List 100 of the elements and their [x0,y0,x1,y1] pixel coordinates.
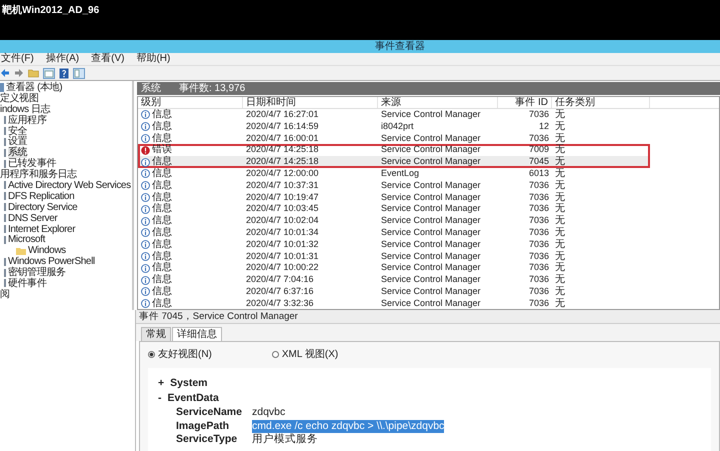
event-row[interactable]: 信息 2020/4/7 16:27:01 Service Control Manager 7036 无 [138,109,650,121]
event-row[interactable]: 信息 2020/4/7 10:01:34 Service Control Manager 7036 无 [138,226,650,239]
menu-item[interactable]: 帮助(H) [136,53,170,65]
tab[interactable]: 详细信息 [172,327,222,341]
field-name: ServiceName [176,406,243,420]
tree-item[interactable]: 密钥管理服务 [0,267,66,278]
menu-item[interactable]: 操作(A) [46,53,80,65]
tree-item[interactable]: Internet Explorer [0,224,76,234]
table-cell-text: 2020/4/7 10:01:32 [245,238,320,251]
event-row[interactable]: 信息 2020/4/7 14:25:18 Service Control Manager 7045 无 [138,156,650,168]
event-row[interactable]: 信息 2020/4/7 10:01:31 Service Control Manager 7036 无 [138,250,650,262]
expand-toggle[interactable]: + [158,376,164,391]
table-cell-text: 无 [554,215,566,227]
tree-item[interactable]: 查看器 (本地) [0,82,62,93]
menu-item[interactable]: 文件(F) [1,53,34,65]
radio-button[interactable] [272,350,279,358]
event-row[interactable]: 信息 2020/4/7 6:37:16 Service Control Manager 7036 无 [138,286,650,298]
table-cell-text: 2020/4/7 14:25:18 [245,156,320,168]
tree-item[interactable]: Microsoft [0,234,45,246]
forward-arrow-icon[interactable] [14,68,24,78]
panel-icon[interactable] [73,68,85,78]
table-cell-text: 2020/4/7 10:19:47 [245,192,320,204]
event-row[interactable]: 信息 2020/4/7 16:14:59 i8042prt 12 无 [138,120,650,133]
level-text: 信息 [152,238,172,250]
folder-icon [16,246,26,255]
event-row[interactable]: 信息 2020/4/7 10:02:04 Service Control Manager 7036 无 [138,215,650,227]
level-text: 信息 [152,180,172,192]
radio-label[interactable]: 友好视图(N) [158,347,212,361]
table-cell-text: Service Control Manager [380,298,482,309]
folder-icon[interactable] [28,68,39,78]
tree-item[interactable]: DNS Server [0,212,58,224]
table-cell-text: Service Control Manager [380,262,482,274]
level-text: 信息 [152,215,172,226]
tree-item[interactable]: Active Directory Web Services [0,180,131,191]
tree-item[interactable]: 硬件事件 [0,278,46,289]
table-cell-text: 无 [554,192,566,203]
level-text: 信息 [152,156,172,168]
field-value: cmd.exe /c echo zdqvbc > \\.\pipe\zdqvbc [252,420,444,433]
window-icon[interactable] [43,68,55,78]
event-row[interactable]: 信息 2020/4/7 10:00:22 Service Control Manager 7036 无 [138,262,650,274]
level-text: 信息 [152,168,172,180]
radio-label[interactable]: XML 视图(X) [282,347,338,361]
table-cell-text: Service Control Manager [380,250,482,262]
table-cell-text: 7036 [528,215,550,227]
level-text: 信息 [152,274,172,286]
tab[interactable]: 常规 [141,327,171,341]
level-text: 信息 [152,262,172,274]
event-row[interactable]: 信息 2020/4/7 10:37:31 Service Control Manager 7036 无 [138,180,650,192]
tree-item[interactable]: 设置 [0,136,28,148]
table-cell-text: 无 [554,132,566,144]
column-header[interactable]: 级别 [138,97,243,108]
event-row[interactable]: 信息 2020/4/7 10:03:45 Service Control Manager 7036 无 [138,203,650,216]
level-text: 信息 [152,120,172,132]
table-cell-text: 无 [554,238,566,251]
menu-item[interactable]: 查看(V) [91,53,124,65]
table-cell-text: 无 [554,286,566,298]
table-cell-text: 无 [554,144,566,156]
table-cell-text: 7036 [528,203,550,216]
tree-item[interactable]: 应用程序 [0,114,46,126]
help-icon[interactable] [59,68,69,78]
table-cell-text: 7036 [528,274,550,286]
column-header[interactable]: 事件 ID [498,97,552,108]
table-cell-text: 2020/4/7 10:37:31 [245,180,320,192]
table-cell-text: 7045 [528,156,550,168]
tree-item[interactable]: 安全 [0,126,28,136]
table-cell-text: 7036 [528,132,550,144]
table-cell-text: Service Control Manager [380,156,482,168]
log-name: 系统 [141,82,161,94]
table-cell-text: 无 [554,120,566,133]
column-header[interactable]: 任务类别 [552,97,650,108]
table-cell-text: 2020/4/7 14:25:18 [245,144,320,156]
table-cell-text: 2020/4/7 10:00:22 [245,262,320,274]
section-label: System [170,376,208,391]
event-row[interactable]: 错误 2020/4/7 14:25:18 Service Control Manager 7009 无 [138,144,650,156]
table-cell-text: i8042prt [380,120,415,133]
table-cell-text: Service Control Manager [380,215,482,227]
event-row[interactable]: 信息 2020/4/7 10:01:32 Service Control Manager 7036 无 [138,238,650,251]
table-cell-text: 7036 [528,238,550,251]
tree-item[interactable]: DFS Replication [0,190,74,202]
column-header[interactable]: 来源 [378,97,498,108]
event-row[interactable]: 信息 2020/4/7 16:00:01 Service Control Manager 7036 无 [138,132,650,144]
tree-item[interactable]: 用程序和服务日志 [0,169,77,180]
expand-toggle[interactable]: - [158,391,162,406]
tree-item[interactable]: Directory Service [0,202,78,213]
event-row[interactable]: 信息 2020/4/7 3:32:36 Service Control Manager 7036 无 [138,298,650,309]
event-row[interactable]: 信息 2020/4/7 7:04:16 Service Control Manager 7036 无 [138,274,650,286]
table-cell-text: 7036 [528,180,550,192]
tree-item[interactable]: 定义视图 [0,92,38,104]
event-row[interactable]: 信息 2020/4/7 10:19:47 Service Control Manager 7036 无 [138,192,650,204]
tree-item[interactable]: Windows [0,245,66,256]
back-arrow-icon[interactable] [0,68,10,78]
tree-item[interactable]: 已转发事件 [0,158,56,170]
tree-item[interactable]: Windows PowerShell [0,256,95,268]
tree-item[interactable]: 阅 [0,288,10,300]
table-cell-text: 7036 [528,250,550,262]
radio-button[interactable] [148,350,155,358]
table-cell-text: Service Control Manager [380,238,482,251]
event-row[interactable]: 信息 2020/4/7 12:00:00 EventLog 6013 无 [138,168,650,180]
tree-item[interactable]: indows 日志 [0,104,50,115]
column-header[interactable]: 日期和时间 [243,97,378,108]
